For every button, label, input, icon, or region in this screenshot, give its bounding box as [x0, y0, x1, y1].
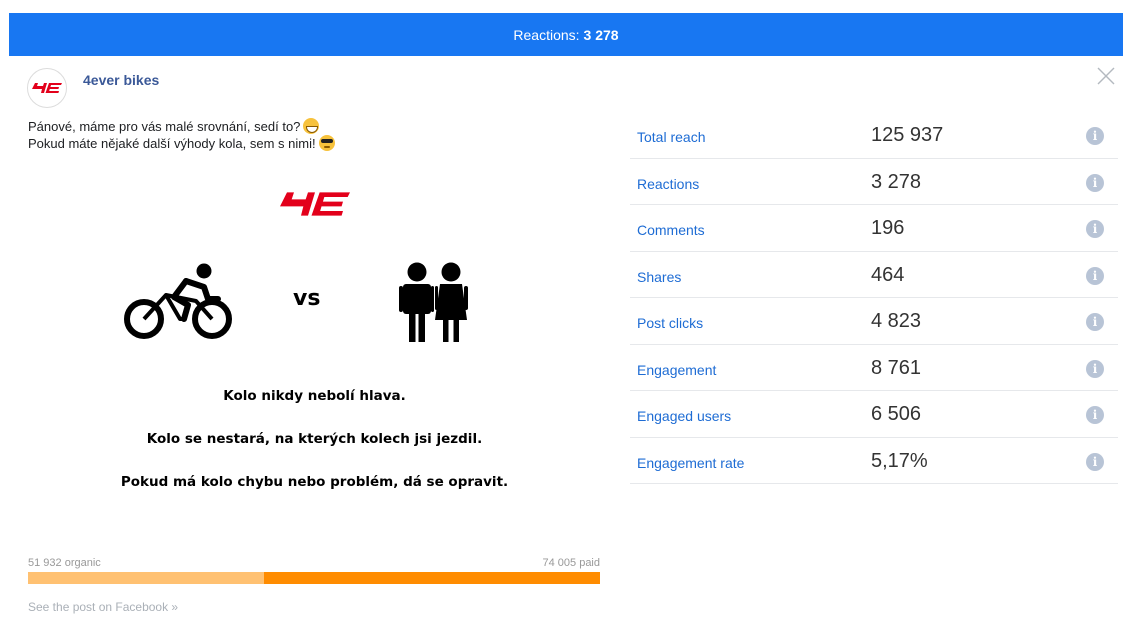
post-text: Pánové, máme pro vás malé srovnání, sedí…	[28, 118, 335, 152]
reactions-header-label: Reactions:	[513, 26, 580, 43]
organic-reach-label: 51 932 organic	[28, 557, 101, 569]
grinning-face-icon	[303, 118, 320, 134]
metric-value: 6 506	[871, 403, 922, 425]
reactions-header: Reactions: 3 278	[9, 13, 1123, 56]
info-icon[interactable]: i	[1086, 266, 1104, 285]
metrics-table: Total reach 125 937 i Reactions 3 278 i Commen…	[630, 112, 1118, 484]
metric-value: 464	[871, 263, 905, 286]
vs-label: vs	[293, 286, 321, 311]
metric-value: 5,17%	[871, 449, 928, 472]
image-brand-logo	[280, 192, 350, 216]
organic-reach-fill	[28, 572, 264, 584]
metric-row-engagement-rate: Engagement rate 5,17% i	[630, 438, 1118, 484]
bicycle-icon	[124, 263, 232, 339]
brand-logo-icon	[32, 83, 62, 93]
reactions-header-count: 3 278	[583, 26, 619, 43]
paid-reach-label: 74 005 paid	[542, 557, 601, 569]
man-woman-icon	[399, 262, 468, 342]
metric-label: Engagement	[637, 361, 717, 378]
metric-row-shares: Shares 464 i	[630, 252, 1118, 298]
page-name[interactable]: 4ever bikes	[83, 72, 159, 88]
metric-row-reactions: Reactions 3 278 i	[630, 159, 1118, 205]
info-icon[interactable]: i	[1086, 173, 1104, 192]
metric-row-post-clicks: Post clicks 4 823 i	[630, 298, 1118, 345]
metric-label: Engagement rate	[637, 454, 745, 471]
post-text-line-2: Pokud máte nějaké další výhody kola, sem…	[28, 136, 316, 151]
metric-row-total-reach: Total reach 125 937 i	[630, 112, 1118, 159]
metric-label: Comments	[637, 222, 705, 238]
post-image[interactable]: vs Kolo nikdy nebolí hlava. Kolo se nest…	[27, 170, 602, 530]
page-avatar[interactable]	[27, 68, 67, 108]
metric-label: Reactions	[637, 175, 700, 192]
info-icon[interactable]: i	[1086, 313, 1104, 331]
metric-label: Shares	[637, 268, 682, 285]
metric-value: 8 761	[871, 356, 922, 379]
reach-labels: 51 932 organic 74 005 paid	[28, 557, 600, 569]
sunglasses-face-icon	[318, 135, 335, 151]
metric-value: 125 937	[871, 124, 944, 146]
metric-value: 196	[871, 217, 905, 239]
see-post-on-facebook-link[interactable]: See the post on Facebook »	[28, 600, 178, 614]
metric-row-engagement: Engagement 8 761 i	[630, 345, 1118, 391]
metric-label: Total reach	[637, 129, 706, 145]
close-icon[interactable]	[1096, 66, 1116, 86]
metric-row-engaged-users: Engaged users 6 506 i	[630, 391, 1118, 438]
info-icon[interactable]: i	[1086, 406, 1104, 424]
slogan-line: Kolo se nestará, na kterých kolech jsi j…	[146, 431, 483, 447]
slogan-line: Pokud má kolo chybu nebo problém, dá se …	[120, 474, 509, 490]
metric-row-comments: Comments 196 i	[630, 205, 1118, 252]
metric-value: 4 823	[871, 310, 922, 332]
info-icon[interactable]: i	[1086, 220, 1104, 238]
metric-value: 3 278	[871, 170, 922, 193]
metric-label: Post clicks	[637, 315, 704, 331]
reach-split-bar	[28, 572, 600, 584]
info-icon[interactable]: i	[1086, 127, 1104, 145]
post-text-line-1: Pánové, máme pro vás malé srovnání, sedí…	[28, 119, 301, 134]
metric-label: Engaged users	[637, 408, 732, 424]
info-icon[interactable]: i	[1086, 452, 1104, 471]
slogan-line: Kolo nikdy nebolí hlava.	[223, 388, 406, 404]
info-icon[interactable]: i	[1086, 359, 1104, 378]
